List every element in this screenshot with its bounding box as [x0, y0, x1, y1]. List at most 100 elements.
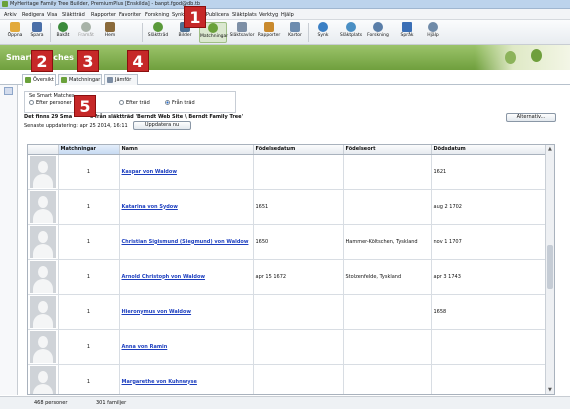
- name-cell: Hieronymus von Waldow: [119, 294, 254, 330]
- table-row[interactable]: 1 Hieronymus von Waldow 1658: [28, 294, 547, 330]
- table-row[interactable]: 1 Kaspar von Waldow 1621: [28, 154, 547, 190]
- matches-count: 1: [58, 224, 120, 260]
- person-name-link[interactable]: Christian Sigismund (Siegmund) von Waldo…: [122, 239, 249, 245]
- forward-button[interactable]: Framåt: [74, 22, 98, 43]
- title-bar: MyHeritage Family Tree Builder, PremiumP…: [0, 0, 570, 9]
- person-name-link[interactable]: Anna von Ramin: [122, 344, 168, 350]
- menu-visa[interactable]: Visa: [47, 12, 57, 18]
- menu-favoriter[interactable]: Favoriter: [119, 12, 141, 18]
- column-birth-place[interactable]: Födelseort: [343, 145, 432, 155]
- column-matches[interactable]: Matchningar: [58, 145, 120, 155]
- menu-slaktplats[interactable]: Släktplats: [232, 12, 257, 18]
- matches-icon: [208, 23, 218, 33]
- app-logo-icon: [2, 1, 8, 7]
- table-row[interactable]: 1 Margarethe von Kuhnwyse: [28, 364, 547, 394]
- menu-arkiv[interactable]: Arkiv: [4, 12, 17, 18]
- toolbar-separator: [308, 23, 309, 42]
- birth-date-cell: [253, 364, 344, 394]
- radio-by-tree[interactable]: Efter träd: [119, 100, 150, 106]
- photo-cell: [28, 259, 59, 295]
- person-name-link[interactable]: Kaspar von Waldow: [122, 169, 177, 175]
- menu-hjalp[interactable]: Hjälp: [281, 12, 294, 18]
- table-row[interactable]: 1 Christian Sigismund (Siegmund) von Wal…: [28, 224, 547, 260]
- death-date-cell: nov 1 1707: [431, 224, 547, 260]
- menu-verktyg[interactable]: Verktyg: [259, 12, 278, 18]
- birth-date-cell: [253, 154, 344, 190]
- status-bar: 468 personer 301 familjer: [0, 396, 570, 409]
- scroll-up-icon[interactable]: ▲: [548, 146, 552, 152]
- person-name-link[interactable]: Arnold Christoph von Waldow: [122, 274, 206, 280]
- person-name-link[interactable]: Margarethe von Kuhnwyse: [122, 379, 197, 385]
- charts-button[interactable]: Släktsavlor: [228, 22, 256, 43]
- save-button[interactable]: Spara: [26, 22, 48, 43]
- scroll-down-icon[interactable]: ▼: [548, 387, 552, 393]
- language-button[interactable]: Språk: [396, 22, 418, 43]
- open-button[interactable]: Öppna: [4, 22, 26, 43]
- radio-button-selected: [165, 100, 170, 105]
- birth-place-cell: [343, 154, 432, 190]
- research-button[interactable]: Forskning: [365, 22, 391, 43]
- sync-button[interactable]: Synk: [312, 22, 334, 43]
- menu-forskning[interactable]: Forskning: [145, 12, 169, 18]
- tab-matches[interactable]: Matchningar: [58, 74, 102, 85]
- overview-icon: [25, 77, 31, 83]
- birth-date-cell: 1651: [253, 189, 344, 225]
- list-view-icon[interactable]: [4, 87, 13, 95]
- table-row[interactable]: 1 Anna von Ramin: [28, 329, 547, 365]
- menu-redigera[interactable]: Redigera: [22, 12, 44, 18]
- update-now-button[interactable]: Uppdatera nu: [133, 121, 191, 130]
- sync-icon: [318, 22, 328, 32]
- name-cell: Kaspar von Waldow: [119, 154, 254, 190]
- maps-button[interactable]: Kartor: [284, 22, 306, 43]
- photo-cell: [28, 294, 59, 330]
- charts-icon: [237, 22, 247, 32]
- person-silhouette-icon: [30, 260, 56, 293]
- filter-title: Se Smart Matches: [29, 93, 75, 99]
- column-name[interactable]: Namn: [119, 145, 254, 155]
- table-row[interactable]: 1 Arnold Christoph von Waldow apr 15 167…: [28, 259, 547, 295]
- tab-overview[interactable]: Översikt: [22, 74, 56, 86]
- column-death-date[interactable]: Dödsdatum: [431, 145, 547, 155]
- banner-illustration: [475, 45, 570, 70]
- birth-date-cell: apr 15 1672: [253, 259, 344, 295]
- compare-icon: [107, 77, 113, 83]
- tab-compare[interactable]: Jämför: [104, 74, 138, 85]
- table-scrollbar[interactable]: ▲ ▼: [545, 145, 554, 394]
- family-tree-button[interactable]: Släktträd: [145, 22, 171, 43]
- options-button[interactable]: Alternativ...: [506, 113, 556, 122]
- name-cell: Arnold Christoph von Waldow: [119, 259, 254, 295]
- person-silhouette-icon: [30, 295, 56, 328]
- menu-slakttrad[interactable]: Släktträd: [62, 12, 85, 18]
- birth-place-cell: Stolzenfelde, Tyskland: [343, 259, 432, 295]
- person-name-link[interactable]: Katarina von Sydow: [122, 204, 178, 210]
- back-button[interactable]: Bakåt: [52, 22, 74, 43]
- death-date-cell: 1658: [431, 294, 547, 330]
- birth-date-cell: [253, 329, 344, 365]
- table-row[interactable]: 1 Katarina von Sydow 1651 aug 2 1702: [28, 189, 547, 225]
- persons-count: 468 personer: [34, 400, 68, 406]
- menu-publicera[interactable]: Publicera: [206, 12, 229, 18]
- photo-cell: [28, 189, 59, 225]
- home-icon: [105, 22, 115, 32]
- last-updated: Senaste uppdatering: apr 25 2014, 16:11: [24, 123, 128, 129]
- menu-rapporter[interactable]: Rapporter: [91, 12, 116, 18]
- column-birth-date[interactable]: Födelsedatum: [253, 145, 344, 155]
- column-photo[interactable]: [28, 145, 59, 155]
- toolbar: Öppna Spara Bakåt Framåt Hem Släktträd B…: [0, 20, 570, 45]
- menu-synk[interactable]: Synk: [172, 12, 184, 18]
- person-name-link[interactable]: Hieronymus von Waldow: [122, 309, 192, 315]
- menu-bar: Arkiv Redigera Visa Släktträd Rapporter …: [0, 9, 570, 20]
- radio-by-persons[interactable]: Efter personer: [29, 100, 72, 106]
- family-site-button[interactable]: Släktplats: [338, 22, 364, 43]
- help-button[interactable]: Hjälp: [422, 22, 444, 43]
- person-icon: [505, 51, 516, 64]
- radio-from-tree[interactable]: Från träd: [165, 100, 195, 106]
- matches-count: 1: [58, 294, 120, 330]
- scrollbar-thumb[interactable]: [547, 245, 553, 289]
- reports-button[interactable]: Rapporter: [256, 22, 282, 43]
- home-button[interactable]: Hem: [99, 22, 121, 43]
- photo-cell: [28, 224, 59, 260]
- language-flag-icon: [402, 22, 412, 32]
- person-silhouette-icon: [30, 155, 56, 188]
- radio-button: [119, 100, 124, 105]
